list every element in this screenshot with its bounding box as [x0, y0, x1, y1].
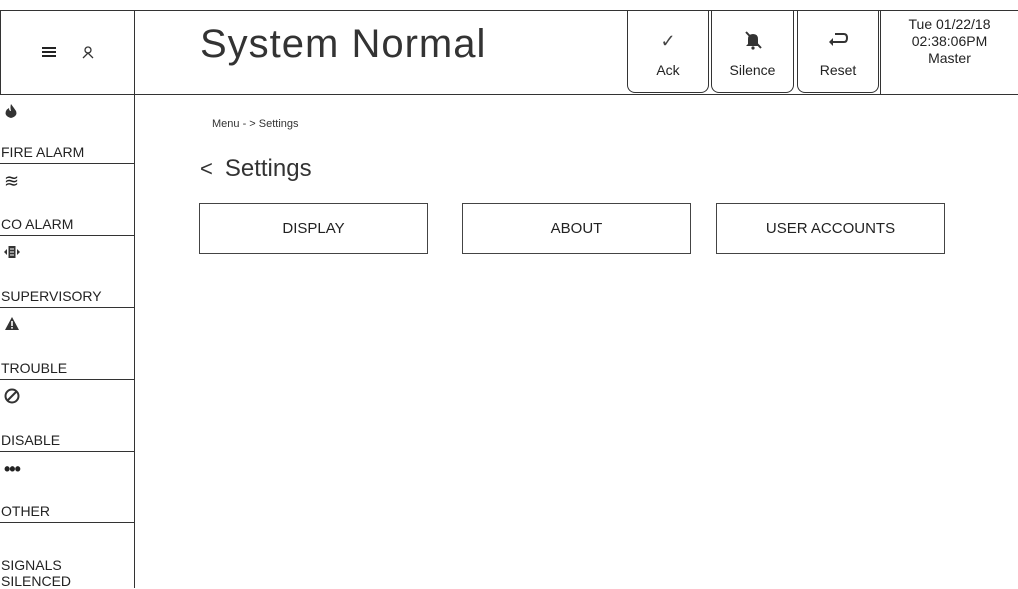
sidebar-item-trouble[interactable]: TROUBLE — [0, 308, 134, 380]
sidebar-item-label: CO ALARM — [1, 216, 74, 232]
display-button[interactable]: DISPLAY — [199, 203, 428, 254]
sidebar-item-other[interactable]: ••• OTHER — [0, 452, 134, 523]
sidebar-item-label: FIRE ALARM — [1, 144, 85, 160]
silence-label: Silence — [729, 62, 776, 78]
reset-label: Reset — [819, 62, 857, 78]
back-chevron-icon[interactable]: < — [200, 156, 213, 182]
sidebar-item-supervisory[interactable]: SUPERVISORY — [0, 236, 134, 308]
co-waves-icon: ≋ — [4, 171, 20, 191]
datetime-panel: Tue 01/22/18 02:38:06PM Master — [880, 10, 1018, 95]
sidebar-item-signals-silenced[interactable]: SIGNALS SILENCED — [0, 523, 134, 589]
sidebar-item-label: OTHER — [1, 503, 50, 519]
date-text: Tue 01/22/18 — [908, 16, 991, 32]
bell-muted-icon — [712, 30, 793, 52]
sidebar: FIRE ALARM ≋ CO ALARM SUPERVISORY TROUBL… — [0, 95, 135, 589]
sidebar-item-label: SUPERVISORY — [1, 288, 102, 304]
silence-button[interactable]: Silence — [711, 10, 794, 93]
ellipsis-icon: ••• — [4, 459, 21, 479]
disable-icon — [4, 388, 20, 407]
ack-label: Ack — [656, 62, 680, 78]
sidebar-item-label: SIGNALS SILENCED — [1, 557, 72, 589]
system-status-title: System Normal — [200, 22, 487, 66]
sidebar-item-label: TROUBLE — [1, 360, 68, 376]
about-button[interactable]: ABOUT — [462, 203, 691, 254]
flame-icon — [4, 103, 18, 122]
user-icon — [82, 45, 93, 58]
page-title: Settings — [224, 155, 312, 182]
time-text: 02:38:06PM — [911, 33, 988, 49]
reset-button[interactable]: Reset — [797, 10, 879, 93]
main-menu-button[interactable] — [0, 10, 135, 95]
user-text: Master — [928, 50, 971, 66]
hamburger-icon — [41, 47, 56, 57]
page-header: < Settings — [200, 155, 312, 183]
user-accounts-button[interactable]: USER ACCOUNTS — [716, 203, 945, 254]
sidebar-item-disable[interactable]: DISABLE — [0, 380, 134, 452]
sidebar-item-co-alarm[interactable]: ≋ CO ALARM — [0, 164, 134, 236]
supervisory-icon — [4, 244, 20, 263]
warning-icon — [4, 316, 20, 334]
breadcrumb: Menu - > Settings — [212, 118, 299, 130]
sidebar-item-label: DISABLE — [1, 432, 61, 448]
sidebar-item-fire-alarm[interactable]: FIRE ALARM — [0, 95, 134, 164]
ack-button[interactable]: ✓ Ack — [627, 10, 709, 93]
return-arrow-icon — [798, 30, 878, 52]
check-icon: ✓ — [660, 31, 676, 51]
